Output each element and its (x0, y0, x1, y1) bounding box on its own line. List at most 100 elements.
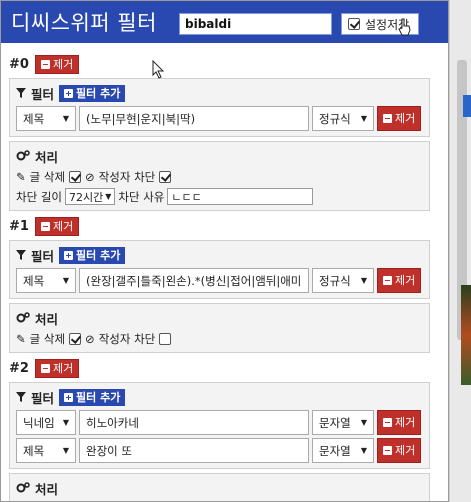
remove-filter-button[interactable]: 제거 (377, 106, 422, 131)
filter-mode-select[interactable]: 정규식 ▼ (312, 106, 374, 131)
funnel-icon (16, 250, 26, 260)
filter-section: 필터 필터 추가 제목 ▼ (완장|갤주|틀죽|왼손).*(병신|접어|앰뒤|애미… (9, 240, 430, 299)
minus-icon (383, 446, 392, 455)
ban-length-value: 72시간 (68, 190, 104, 204)
background-thumbnail (461, 285, 471, 385)
filter-value-input[interactable]: 완장이 또 (79, 438, 309, 463)
filter-field-select[interactable]: 제목 ▼ (16, 438, 76, 463)
filter-mode-value: 문자열 (319, 443, 351, 458)
ban-icon: ⊘ (85, 332, 95, 346)
filter-field-value: 제목 (23, 443, 45, 458)
filter-row: 제목 ▼ (완장|갤주|틀죽|왼손).*(병신|접어|앰뒤|애미 정규식 ▼ 제거 (16, 268, 423, 293)
ban-reason-label: 차단 사유 (118, 189, 165, 204)
panel-title: 디씨스위퍼 필터 (11, 11, 157, 35)
add-filter-label: 필터 추가 (76, 390, 121, 404)
minus-icon (40, 363, 50, 373)
filter-mode-value: 정규식 (319, 111, 351, 126)
filter-field-value: 닉네임 (23, 415, 55, 430)
process-section: 처리 ✎ 글 삭제 ⊘ 작성자 차단 차단 길이 72시간 ▼ 차단 사유 ㄴㄷㄷ (9, 141, 430, 211)
ban-reason-input[interactable]: ㄴㄷㄷ (167, 188, 314, 205)
ban-icon: ⊘ (85, 170, 95, 184)
chevron-down-icon: ▼ (360, 446, 367, 455)
chevron-down-icon: ▼ (360, 418, 367, 427)
minus-icon (383, 114, 392, 123)
add-filter-button[interactable]: 필터 추가 (59, 246, 126, 264)
block-author-label: 작성자 차단 (98, 332, 156, 346)
rule-number: #1 (9, 218, 29, 234)
delete-post-label: 글 삭제 (29, 170, 66, 184)
remove-label: 제거 (395, 274, 416, 287)
filter-section: 필터 필터 추가 제목 ▼ (노무|무현|운지|북|딱) 정규식 ▼ 제거 (9, 78, 430, 137)
add-filter-label: 필터 추가 (76, 248, 121, 262)
remove-filter-button[interactable]: 제거 (377, 438, 422, 463)
background-accent (463, 95, 471, 117)
rule-2: #2 제거 필터 필터 추가 닉네임 ▼ 히노아카네 문자열 ▼ 제거 제목 ▼ 완장… (9, 357, 448, 501)
process-heading: 처리 (35, 311, 59, 327)
remove-label: 제거 (395, 444, 416, 457)
chevron-down-icon: ▼ (105, 192, 112, 201)
blocked-id-input[interactable]: bibaldi (179, 13, 332, 35)
chevron-down-icon: ▼ (62, 114, 69, 123)
save-settings-label: 설정저장 (365, 17, 410, 32)
filter-mode-value: 문자열 (319, 415, 351, 430)
remove-filter-button[interactable]: 제거 (377, 410, 422, 435)
chevron-down-icon: ▼ (62, 446, 69, 455)
remove-label: 제거 (52, 219, 74, 233)
filter-value-input[interactable]: (완장|갤주|틀죽|왼손).*(병신|접어|앰뒤|애미 (79, 268, 309, 293)
remove-rule-button[interactable]: 제거 (34, 216, 80, 236)
gears-icon (16, 312, 30, 323)
filter-field-select[interactable]: 닉네임 ▼ (16, 410, 76, 435)
remove-rule-button[interactable]: 제거 (34, 358, 80, 378)
panel-header: 디씨스위퍼 필터 bibaldi 설정저장 (1, 1, 448, 43)
filter-panel: 디씨스위퍼 필터 bibaldi 설정저장 #0 제거 필터 필터 추가 제목 ▼ (0, 0, 449, 502)
filter-field-select[interactable]: 제목 ▼ (16, 268, 76, 293)
block-author-checkbox[interactable] (159, 333, 172, 345)
add-filter-button[interactable]: 필터 추가 (59, 388, 126, 406)
remove-label: 제거 (52, 57, 74, 71)
minus-icon (40, 59, 50, 69)
filter-heading: 필터 (31, 86, 55, 102)
process-heading: 처리 (35, 149, 59, 165)
filter-value-input[interactable]: (노무|무현|운지|북|딱) (79, 106, 309, 131)
filter-row: 닉네임 ▼ 히노아카네 문자열 ▼ 제거 (16, 410, 423, 435)
process-heading: 처리 (35, 481, 59, 497)
filter-heading: 필터 (31, 248, 55, 264)
filter-field-select[interactable]: 제목 ▼ (16, 106, 76, 131)
delete-post-checkbox[interactable] (69, 171, 82, 183)
filter-value-input[interactable]: 히노아카네 (79, 410, 309, 435)
process-section: 처리 ✎ 글 삭제 ⊘ 작성자 차단 (9, 473, 430, 501)
remove-filter-button[interactable]: 제거 (377, 268, 422, 293)
eraser-icon: ✎ (16, 170, 26, 184)
rule-1: #1 제거 필터 필터 추가 제목 ▼ (완장|갤주|틀죽|왼손).*(병신|접어… (9, 215, 448, 353)
add-filter-button[interactable]: 필터 추가 (59, 84, 126, 102)
filter-mode-select[interactable]: 정규식 ▼ (312, 268, 374, 293)
filter-mode-select[interactable]: 문자열 ▼ (312, 438, 374, 463)
rule-number: #2 (9, 360, 29, 376)
chevron-down-icon: ▼ (360, 276, 367, 285)
filter-mode-select[interactable]: 문자열 ▼ (312, 410, 374, 435)
remove-label: 제거 (395, 112, 416, 125)
save-settings-toggle[interactable]: 설정저장 (341, 13, 419, 35)
delete-post-label: 글 삭제 (29, 332, 66, 346)
delete-post-checkbox[interactable] (69, 333, 82, 345)
block-author-checkbox[interactable] (159, 171, 172, 183)
funnel-icon (16, 392, 26, 402)
block-author-label: 작성자 차단 (98, 170, 156, 184)
minus-icon (383, 418, 392, 427)
rules-list: #0 제거 필터 필터 추가 제목 ▼ (노무|무현|운지|북|딱) 정규식 ▼ 제… (1, 53, 448, 501)
funnel-icon (16, 88, 26, 98)
filter-row: 제목 ▼ 완장이 또 문자열 ▼ 제거 (16, 438, 423, 463)
ban-length-select[interactable]: 72시간 ▼ (64, 188, 116, 205)
gears-icon (16, 150, 30, 161)
filter-field-value: 제목 (23, 273, 45, 288)
plus-icon (64, 250, 74, 260)
save-settings-checkbox[interactable] (348, 18, 360, 30)
rule-number: #0 (9, 56, 29, 72)
ban-length-label: 차단 길이 (16, 189, 62, 204)
plus-icon (64, 392, 74, 402)
remove-rule-button[interactable]: 제거 (34, 54, 80, 74)
filter-mode-value: 정규식 (319, 273, 351, 288)
add-filter-label: 필터 추가 (76, 86, 121, 100)
filter-section: 필터 필터 추가 닉네임 ▼ 히노아카네 문자열 ▼ 제거 제목 ▼ 완장이 또 문자… (9, 382, 430, 469)
remove-label: 제거 (52, 361, 74, 375)
